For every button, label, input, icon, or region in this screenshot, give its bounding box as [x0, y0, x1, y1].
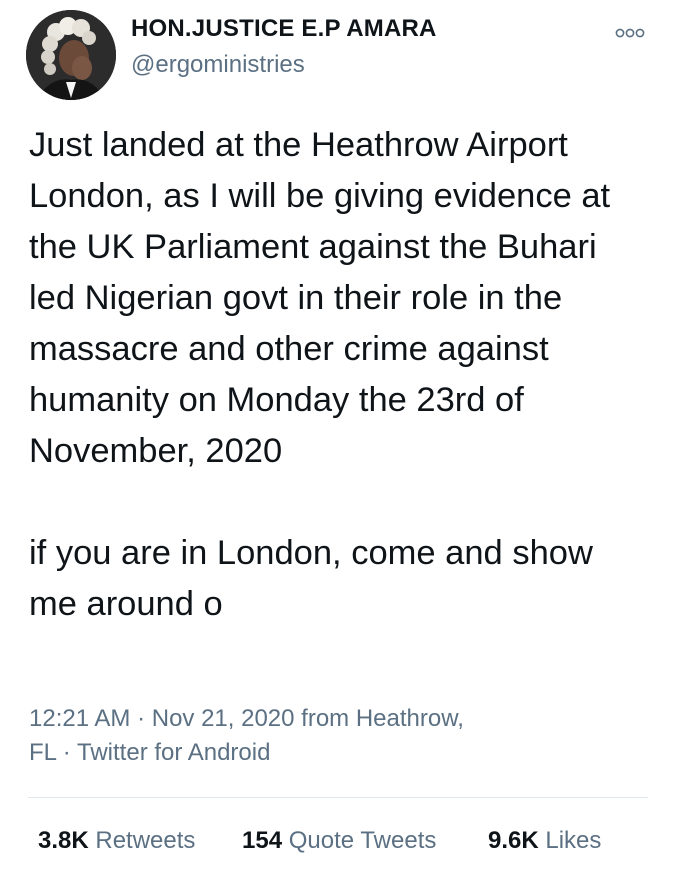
- author-display-name[interactable]: HON.JUSTICE E.P AMARA: [131, 15, 437, 43]
- quote-tweets-stat[interactable]: 154 Quote Tweets: [242, 824, 436, 858]
- divider: [28, 797, 648, 798]
- tweet-detail: HON.JUSTICE E.P AMARA @ergoministries Ju…: [0, 0, 674, 875]
- tweet-metadata: 12:21 AM · Nov 21, 2020 from Heathrow, F…: [29, 702, 639, 770]
- timestamp-location-line[interactable]: 12:21 AM · Nov 21, 2020 from Heathrow,: [29, 702, 639, 736]
- likes-label: Likes: [545, 827, 602, 854]
- quote-tweets-label: Quote Tweets: [288, 827, 437, 854]
- retweets-count: 3.8K: [38, 827, 89, 854]
- retweets-stat[interactable]: 3.8K Retweets: [38, 824, 195, 858]
- retweets-label: Retweets: [95, 827, 196, 854]
- tweet-text: Just landed at the Heathrow Airport Lond…: [29, 120, 639, 630]
- location-source-line[interactable]: FL · Twitter for Android: [29, 736, 639, 770]
- more-options-icon[interactable]: [613, 25, 647, 41]
- likes-stat[interactable]: 9.6K Likes: [488, 824, 601, 858]
- avatar-photo-icon: [26, 10, 116, 100]
- likes-count: 9.6K: [488, 827, 539, 854]
- quote-tweets-count: 154: [242, 827, 283, 854]
- tweet-paragraph: if you are in London, come and show me a…: [29, 534, 593, 623]
- avatar[interactable]: [26, 10, 116, 100]
- author-handle[interactable]: @ergoministries: [131, 51, 305, 79]
- tweet-paragraph: Just landed at the Heathrow Airport Lond…: [29, 126, 611, 470]
